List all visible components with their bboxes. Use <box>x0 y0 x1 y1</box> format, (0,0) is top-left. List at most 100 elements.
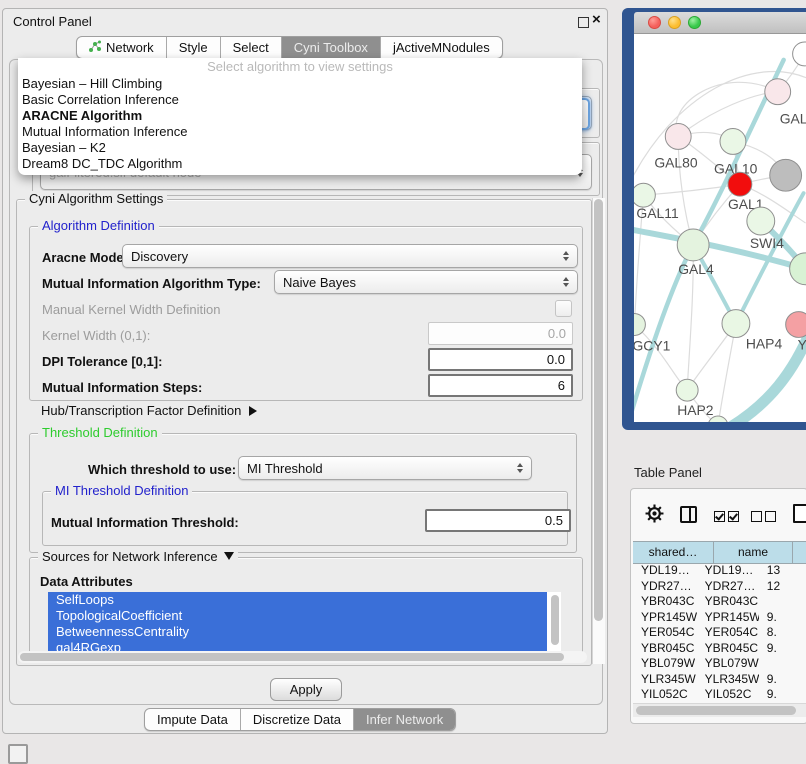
minimized-panel-icon[interactable] <box>8 744 28 764</box>
table-row[interactable]: YBR043CYBR043C <box>633 594 806 610</box>
aracne-mode-value: Discovery <box>131 249 563 264</box>
data-attributes-list[interactable]: SelfLoopsTopologicalCoefficientBetweenne… <box>48 592 561 652</box>
network-node-gcy1[interactable] <box>634 314 645 336</box>
settings-vertical-scrollbar-track[interactable] <box>592 198 605 664</box>
attribute-item-topologicalcoefficient[interactable]: TopologicalCoefficient <box>48 608 547 624</box>
mi-steps-field[interactable]: 6 <box>428 374 573 397</box>
column-header-name[interactable]: name <box>714 541 793 564</box>
column-header-shared[interactable]: shared… <box>633 541 714 564</box>
aracne-mode-combo[interactable]: Discovery <box>122 244 578 268</box>
network-node-gal80[interactable] <box>665 124 691 150</box>
network-node[interactable] <box>790 253 806 285</box>
mi-algorithm-type-combo[interactable]: Naive Bayes <box>274 270 578 294</box>
combo-arrows-icon <box>563 251 569 261</box>
algorithm-option-mutual-information-inference[interactable]: Mutual Information Inference <box>18 124 582 140</box>
split-columns-icon[interactable] <box>680 506 697 523</box>
table-horizontal-scrollbar-thumb[interactable] <box>636 706 796 715</box>
table-row[interactable]: YDR27…YDR27…12 <box>633 579 806 595</box>
kernel-width-value: 0.0 <box>548 326 566 341</box>
attributes-list-scrollbar[interactable] <box>551 595 559 645</box>
table-row[interactable]: YBL079WYBL079W <box>633 656 806 672</box>
network-node-gal1[interactable] <box>728 172 752 196</box>
algorithm-option-bayesian-k2[interactable]: Bayesian – K2 <box>18 140 582 156</box>
tab-cyni-toolbox[interactable]: Cyni Toolbox <box>282 37 381 58</box>
sources-title: Sources for Network Inference <box>38 549 238 564</box>
zoom-traffic-light-icon[interactable] <box>688 16 701 29</box>
settings-gear-icon[interactable] <box>645 504 664 526</box>
dpi-tolerance-field[interactable]: 0.0 <box>428 348 573 371</box>
table-cell: YBL079W <box>633 656 697 672</box>
network-edge[interactable] <box>718 324 736 422</box>
network-node-hap4[interactable] <box>722 310 750 338</box>
attribute-item-selfloops[interactable]: SelfLoops <box>48 592 547 608</box>
kernel-width-field[interactable]: 0.0 <box>428 322 573 345</box>
tab-network[interactable]: Network <box>77 37 167 58</box>
algorithm-option-basic-correlation-inference[interactable]: Basic Correlation Inference <box>18 92 582 108</box>
algorithm-option-bayesian-hill-climbing[interactable]: Bayesian – Hill Climbing <box>18 76 582 92</box>
close-icon[interactable]: × <box>592 11 601 28</box>
tab-impute-data[interactable]: Impute Data <box>145 709 241 730</box>
collapse-down-icon <box>224 552 234 560</box>
network-window-titlebar[interactable] <box>634 12 806 34</box>
new-table-icon[interactable] <box>793 504 806 523</box>
network-node-hap2[interactable] <box>676 379 698 401</box>
network-node-gal10[interactable] <box>720 129 746 155</box>
network-node-gal11[interactable] <box>634 183 655 207</box>
float-icon[interactable] <box>578 17 589 28</box>
tab-label: Select <box>233 40 269 55</box>
network-canvas-svg[interactable]: GALGAL80GAL10GAL1GAL11SWI4GAL4GCY1HAP4YH… <box>634 34 806 422</box>
network-node-gal[interactable] <box>765 79 791 105</box>
settings-vertical-scrollbar-thumb[interactable] <box>594 199 603 621</box>
tab-style[interactable]: Style <box>167 37 221 58</box>
deselect-all-checkboxes-icon[interactable] <box>751 510 779 525</box>
mi-threshold-field[interactable]: 0.5 <box>425 509 571 532</box>
settings-horizontal-scrollbar-track[interactable] <box>18 651 587 663</box>
manual-kernel-width-checkbox[interactable] <box>555 300 572 317</box>
tab-infer-network[interactable]: Infer Network <box>354 709 455 730</box>
settings-horizontal-scrollbar-thumb[interactable] <box>20 653 564 661</box>
tab-discretize-data[interactable]: Discretize Data <box>241 709 354 730</box>
table-cell: 9. <box>759 610 806 626</box>
table-row[interactable]: YDL19…YDL19…13 <box>633 563 806 579</box>
table-row[interactable]: YER054CYER054C8. <box>633 625 806 641</box>
table-row[interactable]: YPR145WYPR145W9. <box>633 610 806 626</box>
network-node-label: HAP4 <box>746 335 783 351</box>
table-cell: 8. <box>759 625 806 641</box>
network-node-y[interactable] <box>786 312 806 338</box>
network-node-swi4[interactable] <box>747 207 775 235</box>
expand-right-icon <box>249 406 257 416</box>
network-node-label: GAL11 <box>636 205 679 221</box>
table-cell <box>759 594 806 610</box>
which-threshold-label: Which threshold to use: <box>88 462 236 477</box>
network-canvas[interactable]: GALGAL80GAL10GAL1GAL11SWI4GAL4GCY1HAP4YH… <box>634 34 806 422</box>
network-node-label: HAP2 <box>677 402 714 418</box>
table-row[interactable]: YBR045CYBR045C9. <box>633 641 806 657</box>
tab-select[interactable]: Select <box>221 37 282 58</box>
close-traffic-light-icon[interactable] <box>648 16 661 29</box>
network-node[interactable] <box>793 42 806 66</box>
network-node-label: GAL <box>780 111 806 127</box>
table-horizontal-scrollbar-track[interactable] <box>633 703 806 717</box>
select-all-checkboxes-icon[interactable] <box>714 510 742 525</box>
network-node[interactable] <box>770 159 802 191</box>
column-header-a[interactable]: A <box>793 541 806 564</box>
network-node-gal4[interactable] <box>677 229 709 261</box>
control-panel-window: Control Panel × NetworkStyleSelectCyni T… <box>2 8 608 734</box>
table-row[interactable]: YLR345WYLR345W9. <box>633 672 806 688</box>
attribute-item-betweennesscentrality[interactable]: BetweennessCentrality <box>48 624 547 640</box>
tab-jactivemnodules[interactable]: jActiveMNodules <box>381 37 502 58</box>
which-threshold-combo[interactable]: MI Threshold <box>238 456 532 480</box>
desktop: { "control_panel": { "title": "Control P… <box>0 0 806 762</box>
algorithm-option-aracne-algorithm[interactable]: ARACNE Algorithm <box>18 108 582 124</box>
apply-button[interactable]: Apply <box>270 678 342 701</box>
table-cell: YDL19… <box>697 563 759 579</box>
mi-threshold-definition-group: MI Threshold Definition Mutual Informati… <box>42 491 568 546</box>
table-panel: Table Panel shared…nameA YDL19…YDL19…13Y… <box>622 448 806 740</box>
algorithm-option-dream8-dc-tdc-algorithm[interactable]: Dream8 DC_TDC Algorithm <box>18 156 582 172</box>
table-row[interactable]: YIL052CYIL052C9. <box>633 687 806 703</box>
table-rows[interactable]: YDL19…YDL19…13YDR27…YDR27…12YBR043CYBR04… <box>633 563 806 705</box>
combo-arrows-icon <box>517 463 523 473</box>
hub-transcription-section[interactable]: Hub/Transcription Factor Definition <box>41 403 257 418</box>
algorithm-dropdown-placeholder: Select algorithm to view settings <box>18 58 582 76</box>
minimize-traffic-light-icon[interactable] <box>668 16 681 29</box>
